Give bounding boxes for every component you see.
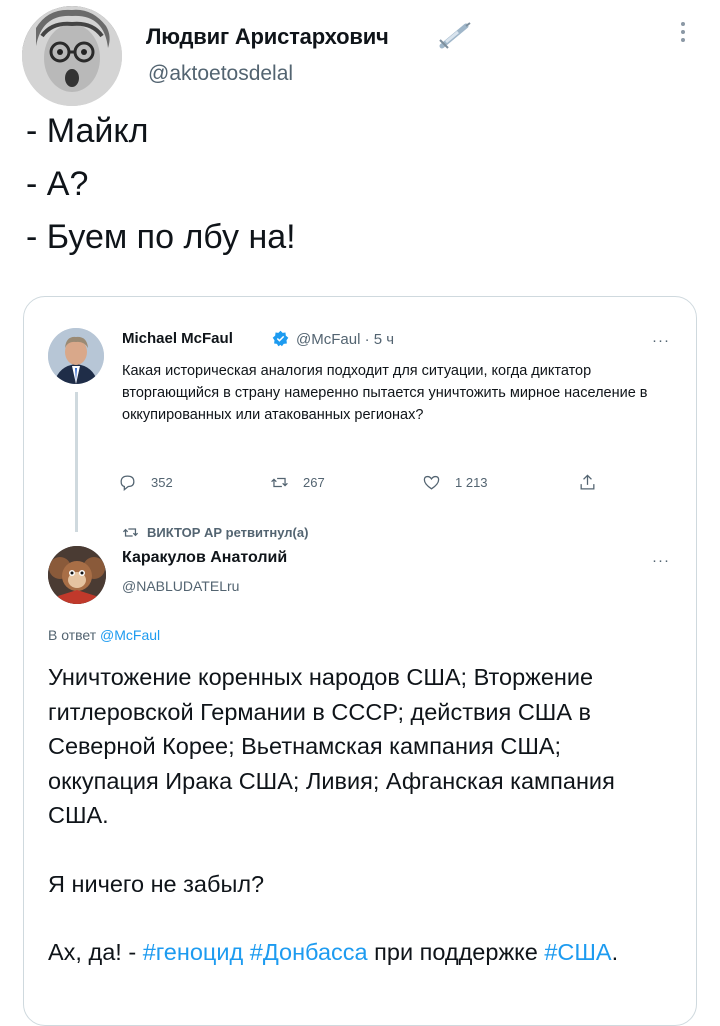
- quoted-handle-time[interactable]: @McFaul · 5 ч: [296, 331, 394, 348]
- reply-action[interactable]: 352: [118, 473, 173, 492]
- tweet-line-1: - Майкл: [26, 112, 149, 150]
- reply-icon: [120, 475, 135, 491]
- quoted-tweet-text: Какая историческая аналогия подходит для…: [122, 363, 648, 423]
- hashtag-link-genocide[interactable]: #геноцид: [143, 939, 244, 965]
- verified-badge-icon: [272, 330, 289, 347]
- retweeted-by-note[interactable]: ВИКТОР АР ретвитнул(а): [122, 524, 308, 541]
- like-action[interactable]: 1 213: [422, 473, 488, 492]
- retweeted-by-label: ВИКТОР АР ретвитнул(а): [147, 525, 309, 540]
- heart-icon: [423, 475, 440, 490]
- reply-count: 352: [151, 475, 173, 490]
- reply-paragraph-1: Уничтожение коренных народов США; Вторже…: [48, 664, 615, 828]
- reply-more-icon[interactable]: ···: [652, 552, 670, 569]
- syringe-icon: [436, 20, 472, 50]
- mcfaul-avatar[interactable]: [48, 328, 104, 384]
- retweet-icon: [271, 477, 288, 488]
- reply-paragraph-3-prefix: Ах, да! -: [48, 939, 143, 965]
- thread-connector: [75, 392, 78, 532]
- reply-tweet-text: Уничтожение коренных народов США; Вторже…: [48, 660, 668, 970]
- tweet-line-3: - Буем по лбу на!: [26, 218, 296, 256]
- author-name[interactable]: Людвиг Аристархович: [146, 24, 389, 50]
- reply-paragraph-3: Ах, да! - #геноцид #Донбасса при поддерж…: [48, 935, 668, 970]
- author-handle[interactable]: @aktoetosdelal: [148, 62, 293, 86]
- author-avatar[interactable]: [22, 6, 122, 106]
- hashtag-link-donbass[interactable]: #Донбасса: [250, 939, 368, 965]
- reply-paragraph-3-middle: при поддержке: [367, 939, 545, 965]
- retweet-action[interactable]: 267: [270, 473, 325, 492]
- share-action[interactable]: [578, 473, 597, 492]
- share-icon: [580, 474, 595, 490]
- quoted-author-name[interactable]: Michael McFaul: [122, 330, 233, 347]
- reply-author-name[interactable]: Каракулов Анатолий: [122, 549, 287, 567]
- karakulov-avatar[interactable]: [48, 546, 106, 604]
- reply-paragraph-3-end: .: [611, 939, 619, 965]
- retweet-small-icon: [122, 528, 139, 537]
- reply-to-prefix: В ответ: [48, 627, 97, 643]
- like-count: 1 213: [455, 475, 488, 490]
- hashtag-link-usa[interactable]: #США: [544, 939, 611, 965]
- reply-to-mention-link[interactable]: @McFaul: [100, 627, 160, 643]
- reply-paragraph-2: Я ничего не забыл?: [48, 870, 265, 897]
- reply-author-handle[interactable]: @NABLUDATELru: [122, 578, 239, 594]
- vertical-dots-icon[interactable]: [678, 20, 688, 44]
- retweet-count: 267: [303, 475, 325, 490]
- tweet-line-2: - А?: [26, 165, 89, 203]
- reply-to-line: В ответ @McFaul: [48, 627, 160, 643]
- quoted-more-icon[interactable]: ···: [652, 332, 670, 349]
